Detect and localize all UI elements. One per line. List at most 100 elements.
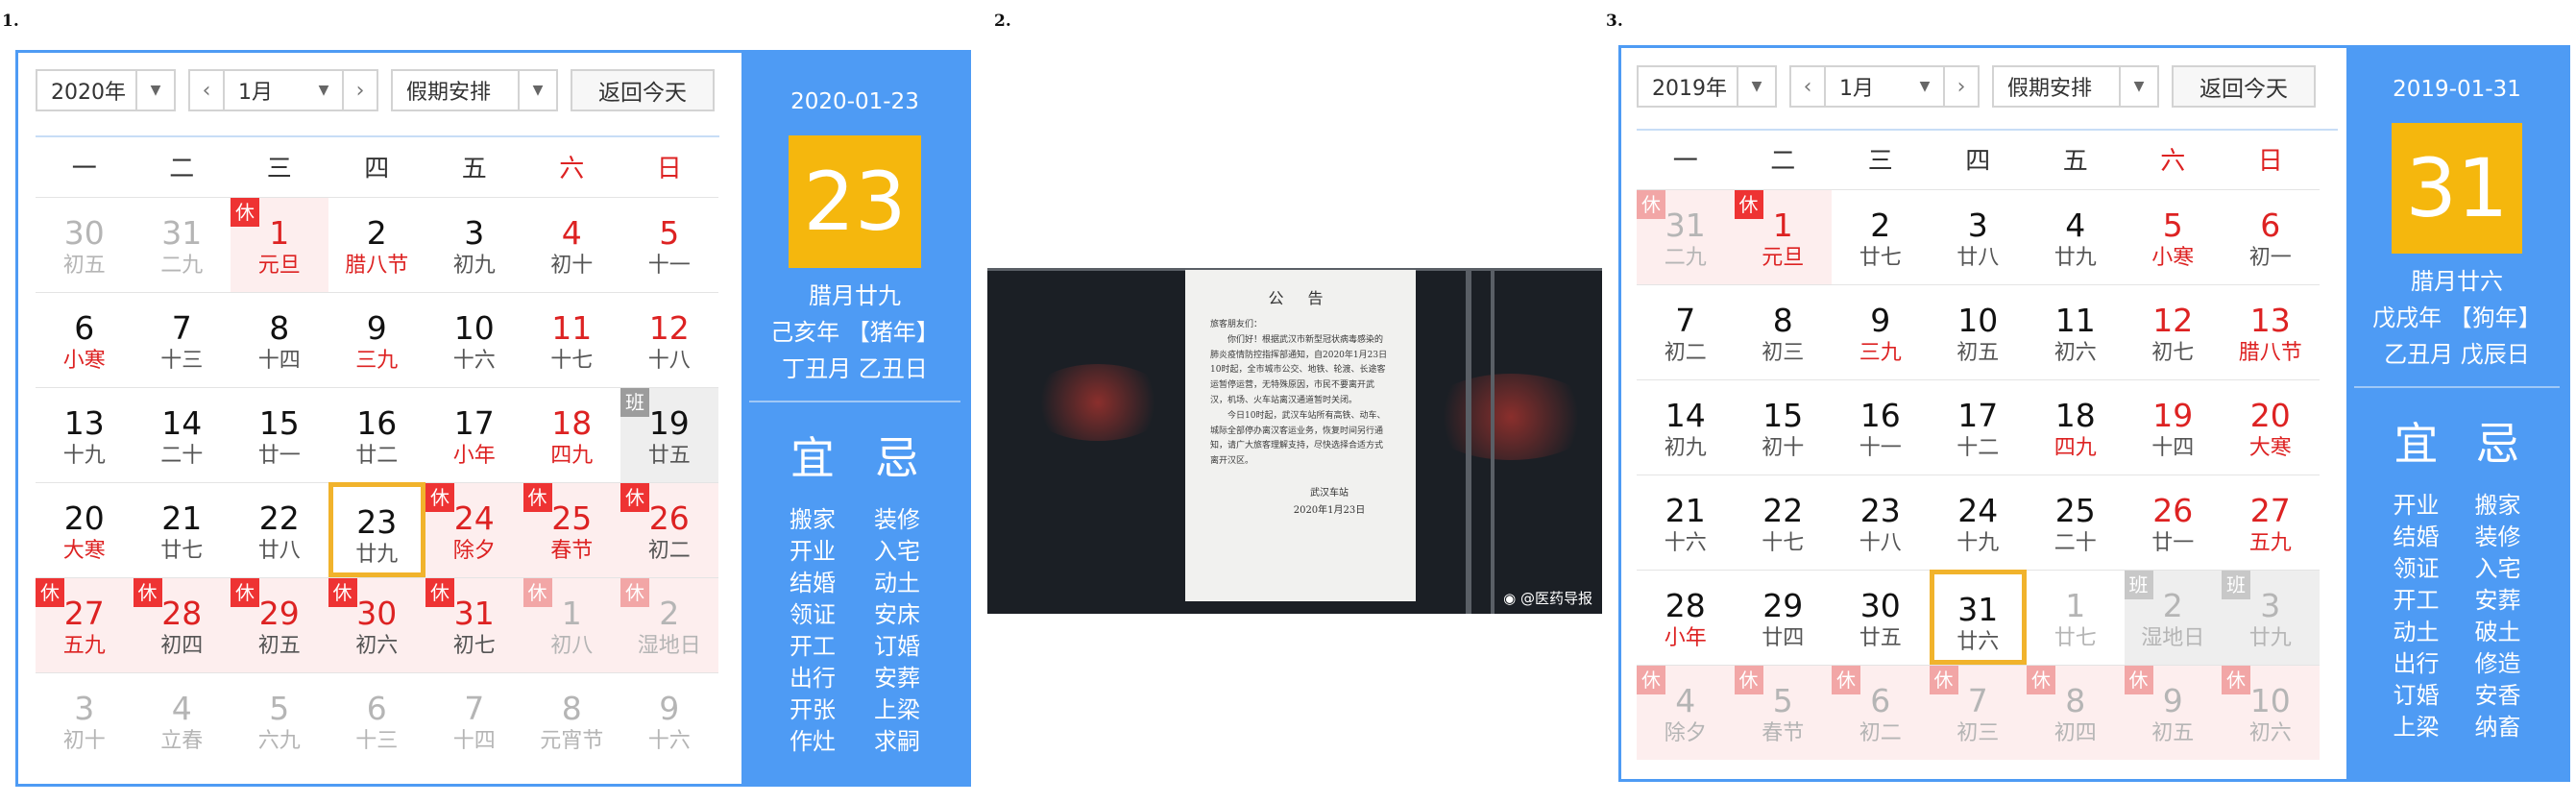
day-cell[interactable]: 5 十一 bbox=[620, 197, 718, 292]
almanac-item: 破土 bbox=[2474, 619, 2521, 645]
day-cell[interactable]: 6 十三 bbox=[328, 672, 425, 767]
prev-month-icon[interactable]: ‹ bbox=[190, 71, 225, 110]
day-cell[interactable]: 5 小寒 bbox=[2124, 189, 2222, 284]
door-frame bbox=[1491, 268, 1495, 614]
day-cell[interactable]: 23 廿九 bbox=[328, 482, 425, 577]
day-cell[interactable]: 3 初十 bbox=[36, 672, 134, 767]
day-cell[interactable]: 休 6 初二 bbox=[1832, 665, 1930, 760]
day-cell[interactable]: 11 初六 bbox=[2027, 284, 2125, 379]
day-cell[interactable]: 10 十六 bbox=[425, 292, 523, 387]
day-cell[interactable]: 14 二十 bbox=[133, 387, 231, 482]
back-to-today-button[interactable]: 返回今天 bbox=[571, 69, 715, 111]
day-cell[interactable]: 7 初二 bbox=[1637, 284, 1735, 379]
day-cell[interactable]: 4 廿九 bbox=[2027, 189, 2125, 284]
day-cell[interactable]: 27 五九 bbox=[2222, 474, 2320, 570]
day-cell[interactable]: 休 4 除夕 bbox=[1637, 665, 1735, 760]
day-cell[interactable]: 30 初五 bbox=[36, 197, 134, 292]
day-cell[interactable]: 20 大寒 bbox=[2222, 379, 2320, 474]
day-cell[interactable]: 25 二十 bbox=[2027, 474, 2125, 570]
day-cell[interactable]: 18 四九 bbox=[522, 387, 620, 482]
day-cell[interactable]: 12 十八 bbox=[620, 292, 718, 387]
day-cell[interactable]: 7 十三 bbox=[133, 292, 231, 387]
day-cell[interactable]: 休 10 初六 bbox=[2222, 665, 2320, 760]
day-cell[interactable]: 3 廿八 bbox=[1929, 189, 2027, 284]
day-cell[interactable]: 22 廿八 bbox=[231, 482, 328, 577]
day-cell[interactable]: 16 十一 bbox=[1832, 379, 1930, 474]
day-cell[interactable]: 休 7 初三 bbox=[1929, 665, 2027, 760]
day-cell[interactable]: 28 小年 bbox=[1637, 570, 1735, 665]
day-cell[interactable]: 2 腊八节 bbox=[328, 197, 425, 292]
month-select[interactable]: ‹ 1月 ▼ › bbox=[1789, 65, 1980, 108]
day-cell[interactable]: 休 5 春节 bbox=[1734, 665, 1832, 760]
day-cell[interactable]: 16 廿二 bbox=[328, 387, 425, 482]
day-cell[interactable]: 8 十四 bbox=[231, 292, 328, 387]
day-cell[interactable]: 23 十八 bbox=[1832, 474, 1930, 570]
day-cell[interactable]: 休 26 初二 bbox=[620, 482, 718, 577]
next-month-icon[interactable]: › bbox=[342, 71, 377, 110]
day-cell[interactable]: 21 廿七 bbox=[133, 482, 231, 577]
day-cell[interactable]: 10 初五 bbox=[1929, 284, 2027, 379]
back-to-today-button[interactable]: 返回今天 bbox=[2172, 65, 2316, 108]
prev-month-icon[interactable]: ‹ bbox=[1791, 67, 1826, 106]
day-cell[interactable]: 6 小寒 bbox=[36, 292, 134, 387]
day-cell[interactable]: 3 初九 bbox=[425, 197, 523, 292]
month-select[interactable]: ‹ 1月 ▼ › bbox=[188, 69, 378, 111]
day-cell[interactable]: 休 31 二九 bbox=[1637, 189, 1735, 284]
day-cell[interactable]: 17 十二 bbox=[1929, 379, 2027, 474]
year-select[interactable]: 2019年 ▼ bbox=[1637, 65, 1777, 108]
day-cell[interactable]: 休 28 初四 bbox=[133, 577, 231, 672]
next-month-icon[interactable]: › bbox=[1943, 67, 1978, 106]
day-cell[interactable]: 26 廿一 bbox=[2124, 474, 2222, 570]
holiday-select[interactable]: 假期安排 ▼ bbox=[391, 69, 558, 111]
day-cell[interactable]: 9 三九 bbox=[1832, 284, 1930, 379]
day-cell[interactable]: 17 小年 bbox=[425, 387, 523, 482]
day-cell[interactable]: 1 廿七 bbox=[2027, 570, 2125, 665]
day-cell[interactable]: 班 19 廿五 bbox=[620, 387, 718, 482]
day-cell[interactable]: 31 廿六 bbox=[1929, 570, 2027, 665]
day-cell[interactable]: 13 十九 bbox=[36, 387, 134, 482]
day-cell[interactable]: 5 六九 bbox=[231, 672, 328, 767]
day-cell[interactable]: 13 腊八节 bbox=[2222, 284, 2320, 379]
day-cell[interactable]: 休 29 初五 bbox=[231, 577, 328, 672]
day-cell[interactable]: 休 9 初五 bbox=[2124, 665, 2222, 760]
day-cell[interactable]: 7 十四 bbox=[425, 672, 523, 767]
day-cell[interactable]: 6 初一 bbox=[2222, 189, 2320, 284]
day-cell[interactable]: 31 二九 bbox=[133, 197, 231, 292]
day-cell[interactable]: 休 2 湿地日 bbox=[620, 577, 718, 672]
day-cell[interactable]: 11 十七 bbox=[522, 292, 620, 387]
day-cell[interactable]: 9 十六 bbox=[620, 672, 718, 767]
day-cell[interactable]: 29 廿四 bbox=[1734, 570, 1832, 665]
holiday-select[interactable]: 假期安排 ▼ bbox=[1992, 65, 2159, 108]
day-cell[interactable]: 休 31 初七 bbox=[425, 577, 523, 672]
day-cell[interactable]: 休 24 除夕 bbox=[425, 482, 523, 577]
day-cell[interactable]: 8 初三 bbox=[1734, 284, 1832, 379]
day-cell[interactable]: 15 初十 bbox=[1734, 379, 1832, 474]
day-cell[interactable]: 2 廿七 bbox=[1832, 189, 1930, 284]
day-cell[interactable]: 21 十六 bbox=[1637, 474, 1735, 570]
day-cell[interactable]: 休 25 春节 bbox=[522, 482, 620, 577]
day-cell[interactable]: 24 十九 bbox=[1929, 474, 2027, 570]
day-cell[interactable]: 班 3 廿九 bbox=[2222, 570, 2320, 665]
day-cell[interactable]: 8 元宵节 bbox=[522, 672, 620, 767]
day-cell[interactable]: 休 1 元旦 bbox=[1734, 189, 1832, 284]
day-cell[interactable]: 22 十七 bbox=[1734, 474, 1832, 570]
day-cell[interactable]: 4 初十 bbox=[522, 197, 620, 292]
notice-body: 旅客朋友们： 你们好！根据武汉市新型冠状病毒感染的肺炎疫情防控指挥部通知，自20… bbox=[1185, 308, 1416, 470]
day-cell[interactable]: 15 廿一 bbox=[231, 387, 328, 482]
day-cell[interactable]: 20 大寒 bbox=[36, 482, 134, 577]
day-cell[interactable]: 休 27 五九 bbox=[36, 577, 134, 672]
day-cell[interactable]: 休 1 元旦 bbox=[231, 197, 328, 292]
day-cell[interactable]: 休 1 初八 bbox=[522, 577, 620, 672]
day-cell[interactable]: 休 8 初四 bbox=[2027, 665, 2125, 760]
lunar-label: 二九 bbox=[1664, 246, 1707, 270]
day-cell[interactable]: 14 初九 bbox=[1637, 379, 1735, 474]
day-cell[interactable]: 4 立春 bbox=[133, 672, 231, 767]
day-cell[interactable]: 19 十四 bbox=[2124, 379, 2222, 474]
day-cell[interactable]: 9 三九 bbox=[328, 292, 425, 387]
year-select[interactable]: 2020年 ▼ bbox=[36, 69, 176, 111]
day-cell[interactable]: 班 2 湿地日 bbox=[2124, 570, 2222, 665]
day-cell[interactable]: 30 廿五 bbox=[1832, 570, 1930, 665]
day-cell[interactable]: 12 初七 bbox=[2124, 284, 2222, 379]
day-cell[interactable]: 18 四九 bbox=[2027, 379, 2125, 474]
day-cell[interactable]: 休 30 初六 bbox=[328, 577, 425, 672]
